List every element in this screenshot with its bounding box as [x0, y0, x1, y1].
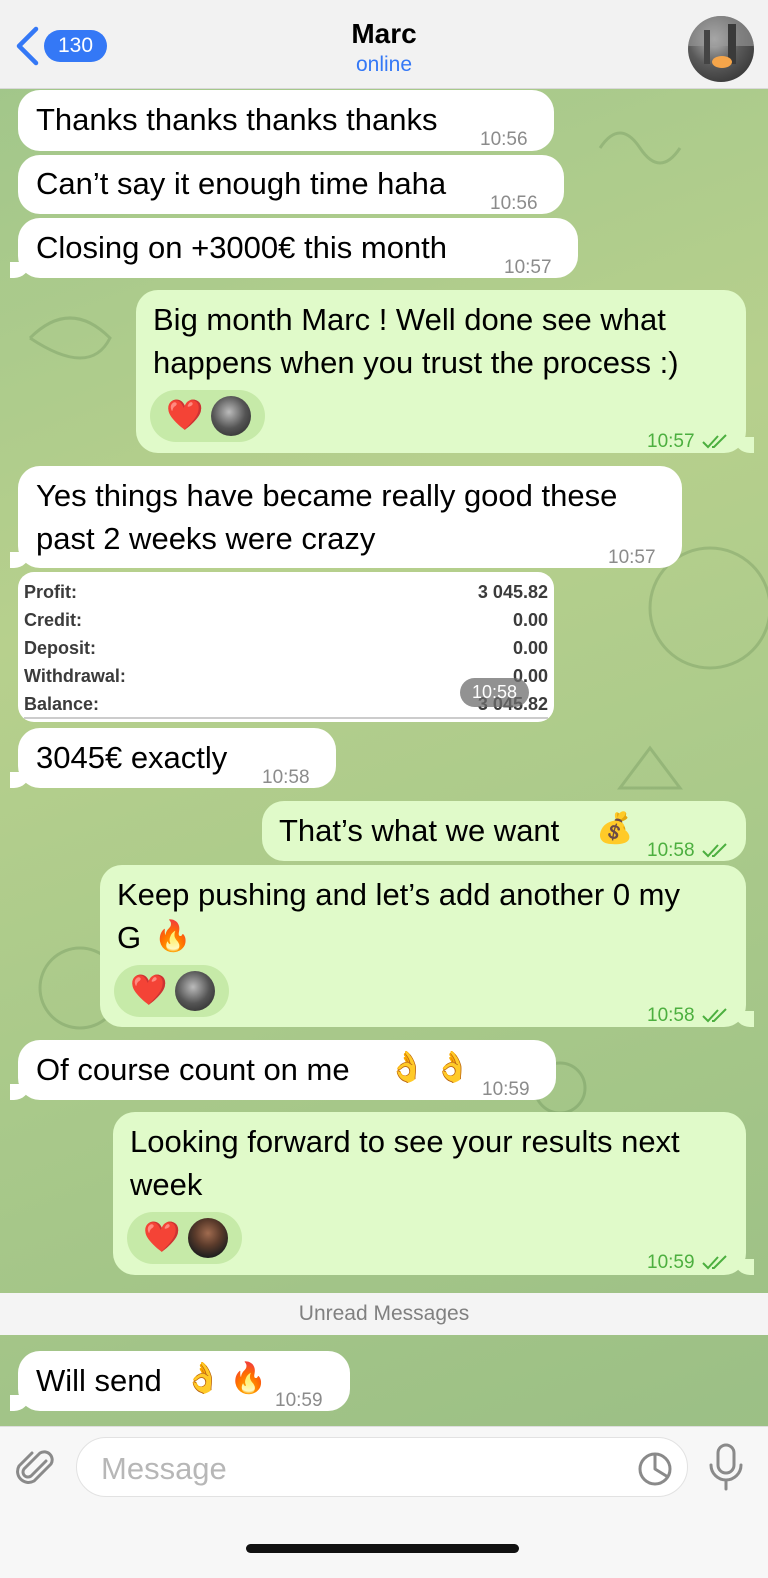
statement-value: 0.00 [512, 637, 548, 658]
statement-value: 0.00 [512, 609, 548, 630]
table-row: Deposit: 0.00 [24, 634, 548, 662]
message-time: 10:59 [275, 1390, 323, 1411]
statement-label: Profit: [24, 581, 77, 602]
message-time: 10:59 [482, 1079, 530, 1100]
incoming-message[interactable]: Thanks thanks thanks thanks 10:56 [18, 90, 554, 151]
home-indicator[interactable] [246, 1544, 519, 1553]
message-text-line2: G [117, 920, 142, 955]
contact-status: online [355, 53, 413, 76]
contact-avatar[interactable] [688, 16, 754, 82]
chat-header: 130 Marc online [0, 0, 768, 89]
incoming-message[interactable]: Yes things have became really good these… [10, 466, 682, 568]
account-statement-image[interactable]: Profit: 3 045.82 Credit: 0.00 Deposit: 0.00… [18, 572, 554, 722]
attach-button[interactable] [16, 1447, 58, 1494]
message-time: 10:58 [262, 767, 310, 788]
outgoing-message[interactable]: Keep pushing and let’s add another 0 my … [100, 865, 754, 1027]
statement-value: 3 045.82 [477, 581, 548, 602]
message-text-line1: Keep pushing and let’s add another 0 my [117, 877, 680, 912]
paperclip-icon [16, 1450, 54, 1484]
ok-hand-emoji: 👌 👌 [388, 1051, 472, 1084]
reaction-pill[interactable]: ❤️ [150, 390, 266, 442]
message-text: Closing on +3000€ this month [36, 230, 448, 265]
message-text: Can’t say it enough time haha [36, 166, 447, 201]
message-time: 10:57 [608, 547, 656, 568]
message-text: Thanks thanks thanks thanks [36, 102, 438, 137]
table-row: Profit: 3 045.82 [24, 578, 548, 606]
fire-emoji: 🔥 [154, 920, 192, 953]
message-time: 10:57 [504, 257, 552, 278]
reactor-avatar [211, 396, 252, 436]
heart-icon: ❤️ [130, 974, 168, 1007]
double-check-icon [702, 434, 727, 449]
microphone-icon [709, 1443, 743, 1491]
message-text: Will send [36, 1363, 162, 1398]
sticker-icon [638, 1452, 672, 1486]
statement-label: Deposit: [24, 637, 96, 658]
unread-messages-divider: Unread Messages [0, 1293, 768, 1335]
incoming-message[interactable]: 3045€ exactly 10:58 [10, 728, 336, 788]
incoming-message[interactable]: Closing on +3000€ this month 10:57 [10, 218, 578, 278]
message-text-line2: happens when you trust the process :) [153, 345, 679, 380]
money-bag-emoji: 💰 [596, 812, 634, 845]
double-check-icon [702, 1008, 727, 1023]
image-time: 10:58 [460, 678, 530, 707]
statement-label: Withdrawal: [24, 665, 126, 686]
divider [24, 717, 548, 719]
contact-name[interactable]: Marc [0, 18, 768, 50]
message-text: 3045€ exactly [36, 740, 228, 775]
ok-hand-fire-emoji: 👌 🔥 [184, 1362, 268, 1395]
reactor-avatar [175, 971, 216, 1011]
double-check-icon [702, 843, 727, 858]
incoming-message[interactable]: Can’t say it enough time haha 10:56 [18, 155, 564, 214]
message-time: 10:59 [647, 1241, 730, 1284]
outgoing-message[interactable]: Looking forward to see your results next… [113, 1112, 754, 1275]
message-input[interactable] [99, 1450, 623, 1488]
message-text: Of course count on me [36, 1052, 350, 1087]
reaction-pill[interactable]: ❤️ [127, 1212, 243, 1264]
incoming-message[interactable]: Of course count on me 👌 👌 10:59 [10, 1040, 556, 1100]
outgoing-message[interactable]: That’s what we want 💰 10:58 [262, 801, 746, 861]
statement-label: Balance: [24, 693, 100, 714]
reaction-pill[interactable]: ❤️ [114, 965, 230, 1017]
composer-bar [0, 1426, 768, 1578]
message-text: That’s what we want [279, 813, 560, 848]
voice-record-button[interactable] [706, 1443, 746, 1496]
table-row: Credit: 0.00 [24, 606, 548, 634]
message-text-line1: Looking forward to see your results next [130, 1124, 680, 1159]
heart-icon: ❤️ [143, 1221, 181, 1254]
sticker-button[interactable] [637, 1451, 673, 1492]
message-time: 10:58 [647, 994, 730, 1037]
heart-icon: ❤️ [166, 399, 204, 432]
double-check-icon [702, 1255, 727, 1270]
message-text-line2: week [130, 1167, 203, 1202]
message-text-line1: Yes things have became really good these [36, 478, 618, 513]
message-time: 10:57 [647, 420, 730, 463]
reactor-avatar [188, 1218, 229, 1258]
message-text-line1: Big month Marc ! Well done see what [153, 302, 666, 337]
statement-label: Credit: [24, 609, 82, 630]
message-text-line2: past 2 weeks were crazy [36, 521, 376, 556]
outgoing-message[interactable]: Big month Marc ! Well done see what happ… [136, 290, 754, 453]
message-input-container[interactable] [76, 1437, 688, 1497]
incoming-message[interactable]: Will send 👌 🔥 10:59 [10, 1351, 350, 1411]
